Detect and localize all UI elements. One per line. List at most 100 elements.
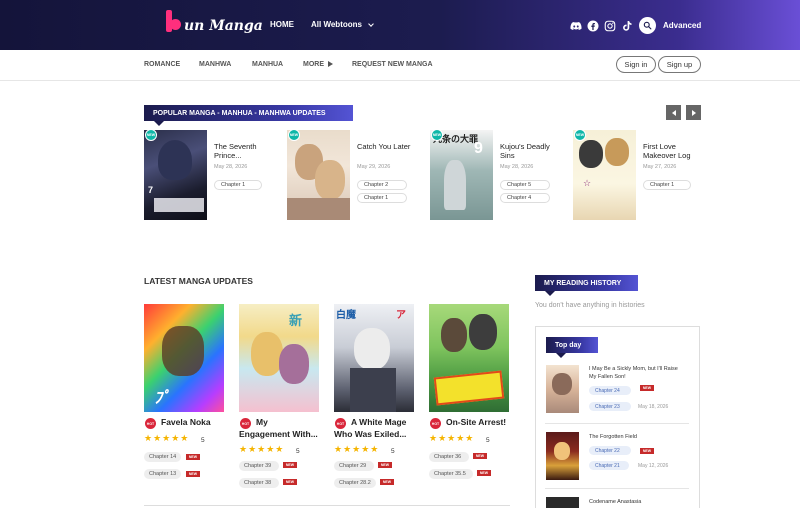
carousel-prev-button[interactable] bbox=[666, 105, 681, 120]
divider bbox=[545, 423, 689, 424]
site-header: un Manga HOME All Webtoons Advanced bbox=[0, 0, 800, 50]
rating-value-1: 5 bbox=[201, 437, 205, 444]
rating-value-2: 5 bbox=[296, 448, 300, 455]
new-badge: NEW bbox=[431, 129, 443, 141]
advanced-search-link[interactable]: Advanced bbox=[663, 21, 701, 30]
topday-chapter-2-2[interactable]: Chapter 21 bbox=[589, 461, 629, 470]
topday-chapter-1-2[interactable]: Chapter 23 bbox=[589, 402, 631, 411]
site-logo[interactable]: un Manga bbox=[166, 8, 263, 34]
divider bbox=[144, 505, 510, 506]
rating-stars: ★★★★★ bbox=[334, 444, 380, 454]
latest-section-heading: LATEST MANGA UPDATES bbox=[144, 276, 253, 286]
new-tag: NEW bbox=[283, 479, 297, 485]
latest-title-2b[interactable]: Engagement With... bbox=[239, 428, 318, 440]
nav-all-webtoons-label: All Webtoons bbox=[311, 20, 362, 29]
tiktok-icon[interactable] bbox=[621, 19, 633, 31]
popular-chapter-2-2[interactable]: Chapter 1 bbox=[357, 193, 407, 203]
latest-cover-4[interactable] bbox=[429, 304, 509, 412]
latest-title-3b[interactable]: Who Was Exiled... bbox=[334, 428, 406, 440]
hot-badge: HOT bbox=[430, 418, 441, 429]
latest-cover-3[interactable]: 白魔 ア bbox=[334, 304, 414, 412]
latest-title-4[interactable]: On-Site Arrest! bbox=[446, 416, 506, 428]
carousel-next-button[interactable] bbox=[686, 105, 701, 120]
popular-date-1: May 28, 2026 bbox=[214, 164, 248, 170]
latest-cover-2[interactable]: 新 bbox=[239, 304, 319, 412]
latest-chapter-2-1[interactable]: Chapter 39 bbox=[239, 461, 279, 471]
rating-stars: ★★★★★ bbox=[239, 444, 285, 454]
latest-title-2a[interactable]: My bbox=[256, 416, 268, 428]
popular-date-2: May 29, 2026 bbox=[357, 164, 391, 170]
topday-chapter-1-1[interactable]: Chapter 24 bbox=[589, 386, 631, 395]
popular-title-3[interactable]: Kujou's Deadly Sins bbox=[500, 142, 562, 160]
topday-title-1[interactable]: I May Be a Sickly Mom, but I'll Raise My… bbox=[589, 365, 681, 381]
topday-cover-2[interactable] bbox=[546, 432, 579, 480]
nav-all-webtoons[interactable]: All Webtoons bbox=[311, 20, 374, 29]
nav-manhua[interactable]: MANHUA bbox=[252, 61, 283, 68]
nav-request-new-manga[interactable]: REQUEST NEW MANGA bbox=[352, 61, 433, 68]
discord-icon[interactable] bbox=[570, 19, 582, 31]
latest-chapter-1-1[interactable]: Chapter 14 bbox=[144, 452, 181, 462]
new-tag: NEW bbox=[186, 454, 200, 460]
topday-cover-3[interactable] bbox=[546, 497, 579, 508]
new-tag: NEW bbox=[473, 453, 487, 459]
rating-value-4: 5 bbox=[486, 437, 490, 444]
latest-cover-1[interactable]: ﾌﾟ bbox=[144, 304, 224, 412]
instagram-icon[interactable] bbox=[604, 19, 616, 32]
popular-title-4[interactable]: First Love Makeover Log bbox=[643, 142, 705, 160]
popular-chapter-3-2[interactable]: Chapter 4 bbox=[500, 193, 550, 203]
divider bbox=[545, 488, 689, 489]
latest-chapter-3-1[interactable]: Chapter 29 bbox=[334, 461, 374, 471]
rating-stars: ★★★★★ bbox=[144, 433, 190, 443]
topday-date-2: May 12, 2026 bbox=[638, 463, 669, 469]
popular-cover-2[interactable] bbox=[287, 130, 350, 220]
latest-chapter-1-2[interactable]: Chapter 13 bbox=[144, 469, 181, 479]
new-tag: NEW bbox=[283, 462, 297, 468]
topday-title-3[interactable]: Codename Anastasia bbox=[589, 498, 681, 506]
latest-title-1[interactable]: Favela Noka bbox=[161, 416, 211, 428]
popular-cover-4[interactable]: ☆ bbox=[573, 130, 636, 220]
popular-title-1[interactable]: The Seventh Prince... bbox=[214, 142, 276, 160]
latest-chapter-2-2[interactable]: Chapter 38 bbox=[239, 478, 279, 488]
popular-date-4: May 27, 2026 bbox=[643, 164, 677, 170]
signin-button[interactable]: Sign in bbox=[616, 56, 656, 73]
arrow-right-icon bbox=[691, 109, 696, 116]
latest-chapter-4-2[interactable]: Chapter 35.5 bbox=[429, 469, 473, 479]
latest-title-3a[interactable]: A White Mage bbox=[351, 416, 406, 428]
new-badge: NEW bbox=[288, 129, 300, 141]
latest-chapter-4-1[interactable]: Chapter 36 bbox=[429, 452, 469, 462]
signup-button[interactable]: Sign up bbox=[658, 56, 701, 73]
hot-badge: HOT bbox=[145, 418, 156, 429]
history-empty-message: You don't have anything in histories bbox=[535, 302, 645, 309]
topday-chapter-2-1[interactable]: Chapter 22 bbox=[589, 446, 631, 455]
top-day-heading: Top day bbox=[546, 337, 598, 358]
new-badge: NEW bbox=[574, 129, 586, 141]
nav-more[interactable]: MORE bbox=[303, 61, 333, 68]
new-tag: NEW bbox=[477, 470, 491, 476]
new-tag: NEW bbox=[640, 448, 654, 454]
latest-chapter-3-2[interactable]: Chapter 28.2 bbox=[334, 478, 376, 488]
popular-chapter-3-1[interactable]: Chapter 5 bbox=[500, 180, 550, 190]
popular-title-2[interactable]: Catch You Later bbox=[357, 142, 419, 151]
new-badge: NEW bbox=[145, 129, 157, 141]
popular-chapter-4-1[interactable]: Chapter 1 bbox=[643, 180, 691, 190]
popular-chapter-2-1[interactable]: Chapter 2 bbox=[357, 180, 407, 190]
popular-cover-1[interactable]: 7 bbox=[144, 130, 207, 220]
popular-section-heading: POPULAR MANGA - MANHUA - MANHWA UPDATES bbox=[144, 105, 353, 126]
nav-romance[interactable]: ROMANCE bbox=[144, 61, 180, 68]
rating-stars: ★★★★★ bbox=[429, 433, 475, 443]
logo-text: un Manga bbox=[184, 18, 263, 34]
popular-cover-3[interactable]: 九条の大罪 9 bbox=[430, 130, 493, 220]
topday-title-2[interactable]: The Forgotten Field bbox=[589, 433, 681, 441]
logo-k-mark bbox=[166, 10, 181, 32]
new-tag: NEW bbox=[378, 462, 392, 468]
nav-more-label: MORE bbox=[303, 61, 324, 68]
arrow-left-icon bbox=[671, 109, 676, 116]
nav-manhwa[interactable]: MANHWA bbox=[199, 61, 231, 68]
nav-home[interactable]: HOME bbox=[270, 20, 294, 29]
popular-chapter-1-1[interactable]: Chapter 1 bbox=[214, 180, 262, 190]
search-icon bbox=[643, 21, 652, 30]
topday-cover-1[interactable] bbox=[546, 365, 579, 413]
search-button[interactable] bbox=[639, 17, 656, 34]
facebook-icon[interactable] bbox=[587, 19, 599, 32]
caret-right-icon bbox=[328, 61, 333, 68]
